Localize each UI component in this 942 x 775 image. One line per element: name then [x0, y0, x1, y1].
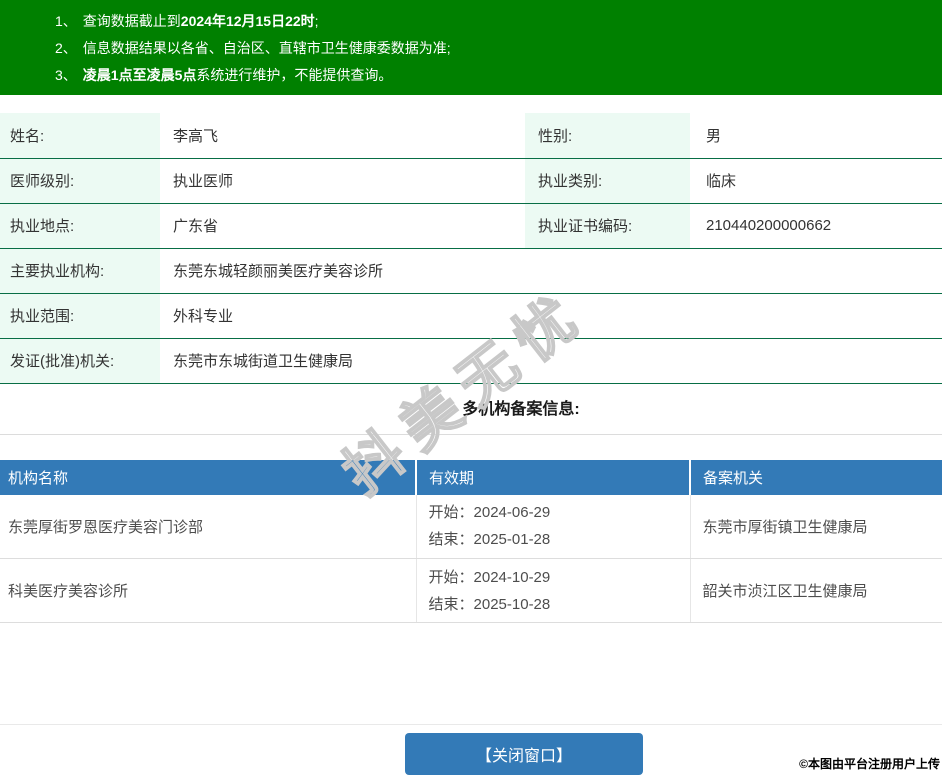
table-row: 主要执业机构: 东莞东城轻颜丽美医疗美容诊所 — [0, 248, 942, 294]
filing-org-name: 东莞厚街罗恩医疗美容门诊部 — [0, 494, 416, 559]
practitioner-info-table: 姓名: 李高飞 性别: 男 医师级别: 执业医师 执业类别: 临床 执业地点: … — [0, 113, 942, 384]
field-label-issuing-authority: 发证(批准)机关: — [0, 338, 160, 384]
table-row: 东莞厚街罗恩医疗美容门诊部 开始：2024-06-29 结束：2025-01-2… — [0, 494, 942, 559]
validity-end: 结束：2025-01-28 — [429, 526, 690, 553]
start-label: 开始： — [428, 504, 474, 522]
filing-authority: 东莞市厚街镇卫生健康局 — [689, 494, 942, 559]
end-label: 结束： — [428, 595, 474, 613]
field-label-gender: 性别: — [525, 113, 690, 159]
end-date: 2025-10-28 — [473, 595, 551, 613]
notice-text: 系统进行维护，不能提供查询。 — [196, 67, 393, 83]
notice-text: 查询数据截止到 — [82, 13, 181, 29]
filing-header-row: 机构名称 有效期 备案机关 — [0, 459, 942, 495]
field-value-cert-number: 210440200000662 — [690, 203, 942, 249]
field-label-cert-number: 执业证书编码: — [525, 203, 690, 249]
end-label: 结束： — [428, 531, 474, 549]
field-value-gender: 男 — [690, 113, 942, 159]
validity-start: 开始：2024-06-29 — [429, 499, 690, 526]
notice-text-bold: 2024年12月15日22时 — [180, 13, 315, 29]
notice-number: 2、 — [55, 40, 77, 56]
field-label-main-institution: 主要执业机构: — [0, 248, 160, 294]
filing-validity: 开始：2024-10-29 结束：2025-10-28 — [415, 558, 690, 623]
column-header-validity: 有效期 — [415, 459, 690, 495]
filing-authority: 韶关市浈江区卫生健康局 — [689, 558, 942, 623]
table-row: 科美医疗美容诊所 开始：2024-10-29 结束：2025-10-28 韶关市… — [0, 558, 942, 623]
table-row: 医师级别: 执业医师 执业类别: 临床 — [0, 158, 942, 204]
field-value-main-institution: 东莞东城轻颜丽美医疗美容诊所 — [160, 248, 942, 294]
notice-line-1: 1、 查询数据截止到2024年12月15日22时; — [55, 8, 942, 35]
table-row: 姓名: 李高飞 性别: 男 — [0, 113, 942, 159]
filing-org-name: 科美医疗美容诊所 — [0, 558, 416, 623]
start-label: 开始： — [428, 568, 474, 586]
field-label-practice-place: 执业地点: — [0, 203, 160, 249]
table-row: 执业地点: 广东省 执业证书编码: 210440200000662 — [0, 203, 942, 249]
notice-text: 信息数据结果以各省、自治区、直辖市卫生健康委数据为准; — [82, 40, 451, 56]
notice-number: 1、 — [55, 13, 77, 29]
footer-divider — [0, 724, 942, 725]
notice-line-2: 2、 信息数据结果以各省、自治区、直辖市卫生健康委数据为准; — [55, 35, 942, 62]
column-header-authority: 备案机关 — [689, 459, 942, 495]
field-label-practice-type: 执业类别: — [525, 158, 690, 204]
notice-number: 3、 — [55, 67, 77, 83]
field-value-doctor-level: 执业医师 — [160, 158, 525, 204]
multi-institution-heading: 多机构备案信息: — [0, 384, 942, 435]
column-header-org: 机构名称 — [0, 459, 416, 495]
notice-text-bold: 凌晨1点至凌晨5点 — [82, 67, 197, 83]
field-value-practice-scope: 外科专业 — [160, 293, 942, 339]
table-row: 发证(批准)机关: 东莞市东城街道卫生健康局 — [0, 338, 942, 384]
filing-validity: 开始：2024-06-29 结束：2025-01-28 — [415, 494, 690, 559]
notice-line-3: 3、 凌晨1点至凌晨5点系统进行维护，不能提供查询。 — [55, 62, 942, 89]
validity-end: 结束：2025-10-28 — [429, 591, 690, 618]
field-label-doctor-level: 医师级别: — [0, 158, 160, 204]
notice-text: ; — [314, 13, 319, 29]
end-date: 2025-01-28 — [473, 531, 551, 549]
validity-start: 开始：2024-10-29 — [429, 564, 690, 591]
close-window-button[interactable]: 【关闭窗口】 — [405, 733, 643, 775]
filing-table: 机构名称 有效期 备案机关 东莞厚街罗恩医疗美容门诊部 开始：2024-06-2… — [0, 459, 942, 623]
field-value-issuing-authority: 东莞市东城街道卫生健康局 — [160, 338, 942, 384]
start-date: 2024-06-29 — [473, 504, 551, 522]
upload-note: ©本图由平台注册用户上传 — [799, 757, 940, 771]
field-value-practice-place: 广东省 — [160, 203, 525, 249]
start-date: 2024-10-29 — [473, 568, 551, 586]
field-label-name: 姓名: — [0, 113, 160, 159]
table-row: 执业范围: 外科专业 — [0, 293, 942, 339]
field-value-practice-type: 临床 — [690, 158, 942, 204]
notice-banner: 1、 查询数据截止到2024年12月15日22时; 2、 信息数据结果以各省、自治区… — [0, 0, 942, 95]
field-label-practice-scope: 执业范围: — [0, 293, 160, 339]
field-value-name: 李高飞 — [160, 113, 525, 159]
